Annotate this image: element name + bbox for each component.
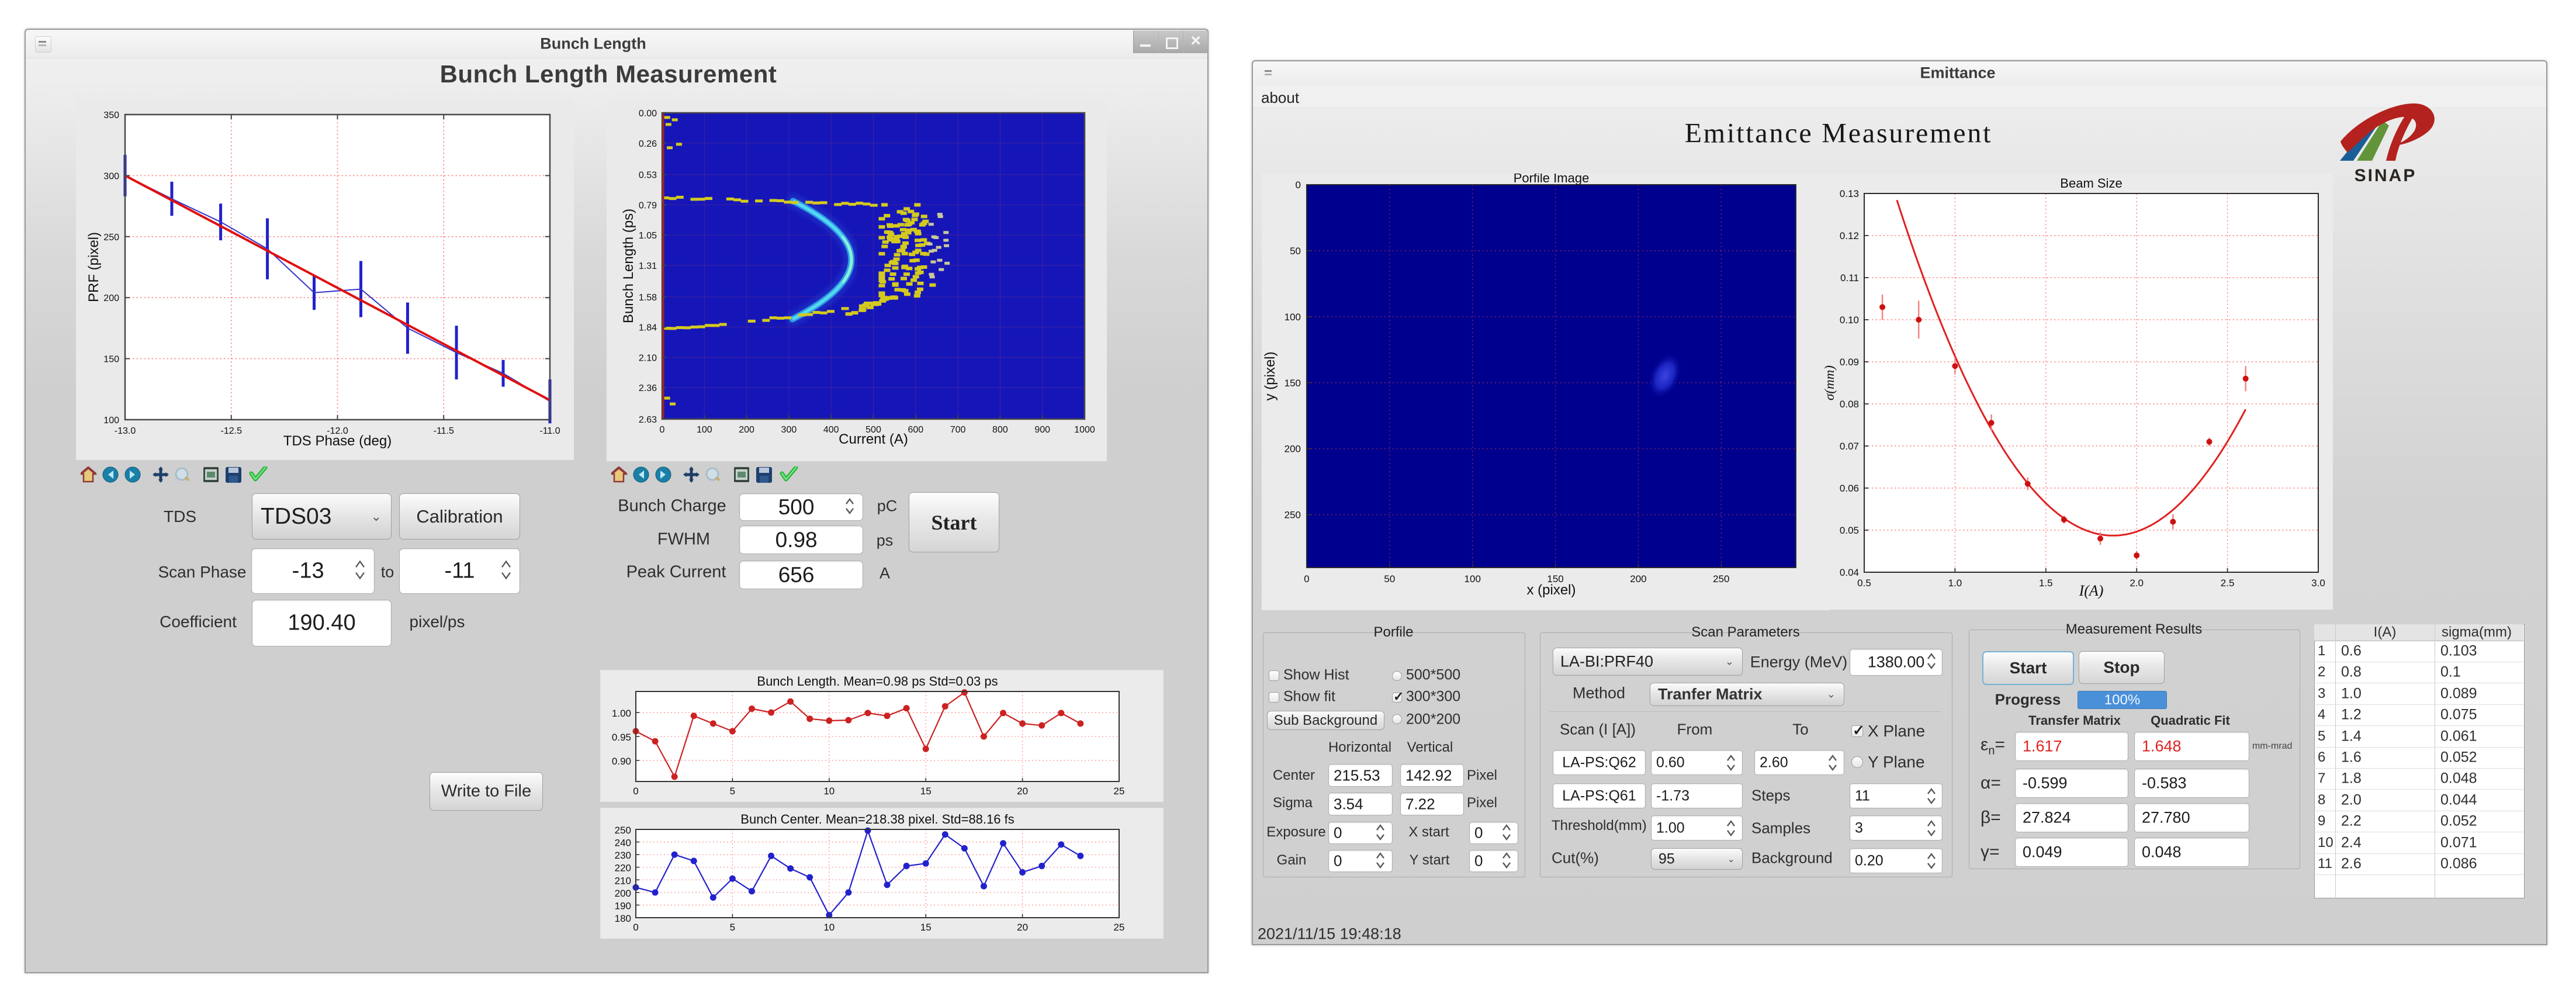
- svg-text:Porfile Image: Porfile Image: [1514, 174, 1590, 185]
- svg-text:150: 150: [103, 355, 119, 365]
- svg-text:200: 200: [615, 888, 631, 899]
- svg-text:20: 20: [1017, 922, 1028, 933]
- svg-text:0.12: 0.12: [1840, 230, 1859, 241]
- svg-text:150: 150: [1284, 378, 1301, 389]
- svg-text:210: 210: [615, 875, 631, 886]
- svg-text:100: 100: [697, 425, 712, 435]
- svg-text:I(A): I(A): [2079, 582, 2104, 599]
- svg-text:1.31: 1.31: [639, 261, 657, 271]
- svg-text:300: 300: [103, 171, 119, 181]
- svg-text:200: 200: [1284, 444, 1301, 455]
- svg-text:-12.5: -12.5: [221, 426, 243, 436]
- svg-text:2.5: 2.5: [2221, 577, 2235, 589]
- svg-text:σ(mm): σ(mm): [1822, 365, 1837, 400]
- svg-text:SINAP: SINAP: [2355, 166, 2417, 184]
- svg-text:100: 100: [1284, 312, 1301, 323]
- svg-text:1.58: 1.58: [639, 293, 657, 303]
- svg-text:25: 25: [1114, 922, 1125, 933]
- svg-text:PRF (pixel): PRF (pixel): [86, 232, 102, 302]
- svg-text:0.13: 0.13: [1840, 188, 1859, 199]
- svg-text:50: 50: [1290, 245, 1301, 257]
- svg-text:1.0: 1.0: [1948, 577, 1962, 589]
- svg-text:350: 350: [103, 110, 119, 120]
- svg-text:1.00: 1.00: [612, 708, 631, 719]
- svg-text:25: 25: [1114, 786, 1125, 797]
- svg-text:250: 250: [615, 825, 631, 836]
- svg-text:200: 200: [103, 293, 119, 303]
- svg-text:-11.5: -11.5: [434, 426, 454, 436]
- svg-text:Bunch Length (ps): Bunch Length (ps): [621, 209, 636, 323]
- svg-text:15: 15: [920, 786, 932, 797]
- svg-text:0.07: 0.07: [1840, 441, 1859, 452]
- svg-text:700: 700: [950, 425, 966, 435]
- svg-text:20: 20: [1017, 786, 1028, 797]
- svg-text:0.90: 0.90: [612, 756, 631, 767]
- svg-text:0.11: 0.11: [1840, 272, 1859, 283]
- svg-text:200: 200: [1630, 573, 1646, 585]
- svg-text:0.06: 0.06: [1840, 483, 1859, 494]
- svg-text:250: 250: [103, 233, 119, 243]
- svg-text:0.08: 0.08: [1840, 399, 1859, 410]
- svg-text:190: 190: [615, 900, 631, 911]
- svg-text:2.36: 2.36: [639, 383, 657, 393]
- svg-text:0.00: 0.00: [639, 109, 657, 119]
- svg-text:0.5: 0.5: [1857, 577, 1871, 589]
- svg-text:10: 10: [823, 922, 835, 933]
- svg-text:240: 240: [615, 838, 631, 849]
- svg-text:250: 250: [1284, 510, 1301, 521]
- svg-text:2.0: 2.0: [2130, 577, 2144, 589]
- svg-text:900: 900: [1034, 425, 1050, 435]
- svg-text:0.79: 0.79: [639, 200, 657, 210]
- svg-text:5: 5: [730, 786, 735, 797]
- svg-text:0: 0: [1296, 179, 1301, 191]
- svg-text:-13.0: -13.0: [115, 426, 136, 436]
- svg-text:100: 100: [1464, 573, 1481, 585]
- svg-text:50: 50: [1384, 573, 1395, 585]
- svg-text:0: 0: [633, 922, 638, 933]
- svg-text:1000: 1000: [1074, 425, 1095, 435]
- svg-text:-11.0: -11.0: [539, 426, 560, 436]
- svg-text:1.5: 1.5: [2039, 577, 2053, 589]
- svg-text:0.04: 0.04: [1840, 567, 1859, 578]
- svg-text:1.05: 1.05: [639, 231, 657, 241]
- svg-text:800: 800: [992, 425, 1008, 435]
- svg-text:3.0: 3.0: [2311, 577, 2325, 589]
- svg-text:1.84: 1.84: [639, 323, 657, 333]
- svg-text:5: 5: [730, 922, 735, 933]
- svg-text:0.09: 0.09: [1840, 357, 1859, 368]
- svg-text:Bunch Length. Mean=0.98 ps Std: Bunch Length. Mean=0.98 ps Std=0.03 ps: [757, 674, 998, 689]
- svg-text:2.63: 2.63: [639, 415, 657, 425]
- svg-text:0.53: 0.53: [639, 171, 657, 181]
- svg-text:0.10: 0.10: [1840, 314, 1859, 326]
- svg-text:0: 0: [1304, 573, 1309, 585]
- svg-text:600: 600: [908, 425, 923, 435]
- svg-text:2.10: 2.10: [639, 353, 657, 363]
- svg-text:Bunch Center. Mean=218.38 pixe: Bunch Center. Mean=218.38 pixel. Std=88.…: [740, 812, 1014, 826]
- svg-text:0: 0: [633, 786, 638, 797]
- svg-text:y (pixel): y (pixel): [1262, 351, 1278, 400]
- svg-text:0.95: 0.95: [612, 732, 631, 743]
- svg-text:0.05: 0.05: [1840, 525, 1859, 536]
- svg-text:TDS Phase (deg): TDS Phase (deg): [283, 433, 392, 449]
- svg-text:10: 10: [823, 786, 835, 797]
- svg-text:220: 220: [615, 863, 631, 874]
- svg-text:Beam Size: Beam Size: [2060, 176, 2122, 191]
- svg-text:x (pixel): x (pixel): [1526, 582, 1576, 598]
- svg-text:230: 230: [615, 850, 631, 861]
- svg-text:250: 250: [1713, 573, 1729, 585]
- svg-text:15: 15: [920, 922, 932, 933]
- svg-text:Current (A): Current (A): [839, 431, 908, 447]
- svg-text:0: 0: [660, 425, 665, 435]
- svg-text:0.26: 0.26: [639, 139, 657, 149]
- svg-text:200: 200: [739, 425, 754, 435]
- svg-text:400: 400: [823, 425, 839, 435]
- svg-text:100: 100: [103, 416, 119, 426]
- svg-text:300: 300: [781, 425, 797, 435]
- svg-text:180: 180: [615, 913, 631, 924]
